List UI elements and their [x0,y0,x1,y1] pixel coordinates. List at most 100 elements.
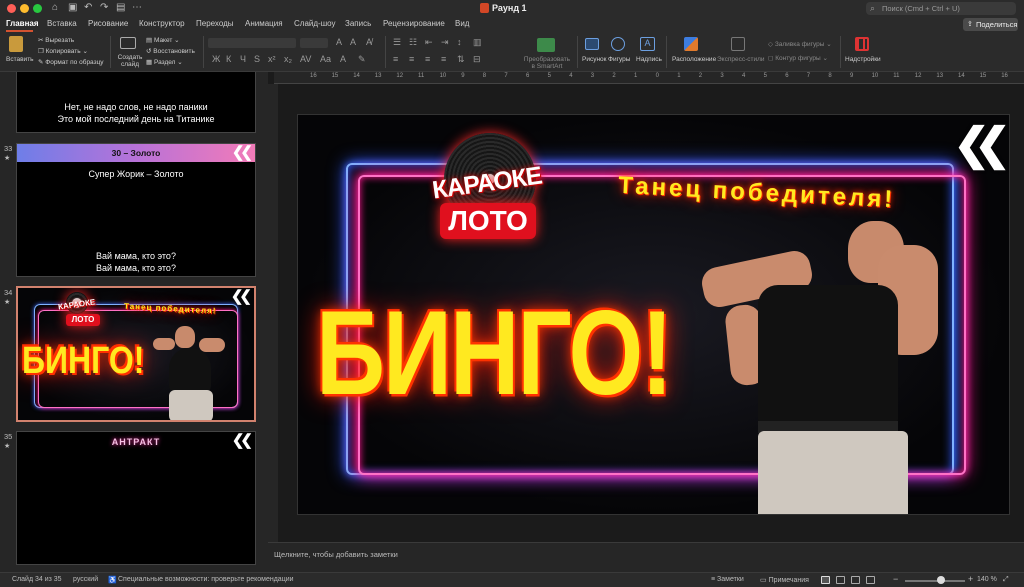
bullets-icon[interactable]: ☰ [393,37,401,48]
close-window-button[interactable] [7,4,16,13]
bold-icon[interactable]: Ж [212,54,220,64]
textbox-button[interactable]: Надпись [636,56,662,63]
slide-thumbnail-33[interactable]: 30 – Золото ❮❮ Супер Жорик – Золото Вай … [16,143,256,277]
maximize-window-button[interactable] [33,4,42,13]
subscript-icon[interactable]: x₂ [284,54,292,64]
picture-button[interactable]: Рисунок [582,56,607,63]
textbox-icon[interactable]: A [640,37,655,51]
indent-decrease-icon[interactable]: ⇤ [425,37,433,48]
clear-format-icon[interactable]: A̸ [366,37,372,47]
copy-button[interactable]: ❐ Копировать ⌄ [38,47,88,55]
zoom-slider-knob[interactable] [937,576,945,584]
slide-thumbnail-35[interactable]: АНТРАКТ ❮❮ [16,431,256,565]
italic-icon[interactable]: К [226,54,231,64]
shrink-font-icon[interactable]: A [350,37,356,47]
shapes-icon[interactable] [611,37,625,51]
minimize-window-button[interactable] [20,4,29,13]
search-input[interactable]: ⌕ Поиск (Cmd + Ctrl + U) [866,2,1016,15]
comments-toggle[interactable]: ▭ Примечания [760,576,809,584]
ruler-mark: 13 [936,73,944,79]
slide-sorter-view-icon[interactable] [836,576,845,584]
tab-design[interactable]: Конструктор [139,19,185,28]
line-spacing-icon[interactable]: ↕ [457,37,462,47]
arrange-icon[interactable] [684,37,698,51]
smartart-icon[interactable] [537,38,555,52]
redo-icon[interactable]: ↷ [100,2,108,13]
zoom-level[interactable]: 140 % [977,576,997,583]
tab-transitions[interactable]: Переходы [196,19,234,28]
tab-review[interactable]: Рецензирование [383,19,445,28]
bingo-text[interactable]: БИНГО! [316,285,673,423]
reset-button[interactable]: ↺ Восстановить [146,47,195,55]
share-button[interactable]: ⇪ Поделиться [963,18,1018,31]
zoom-in-icon[interactable]: + [968,574,973,584]
slideshow-view-icon[interactable] [866,576,875,584]
cut-button[interactable]: ✂ Вырезать [38,36,74,44]
new-doc-icon[interactable]: ▤ [116,2,125,13]
paste-icon[interactable] [9,36,23,52]
tab-record[interactable]: Запись [345,19,371,28]
shape-outline-button[interactable]: ◻ Контур фигуры ⌄ [768,54,828,62]
tab-draw[interactable]: Рисование [88,19,128,28]
zoom-slider-track[interactable] [905,580,965,582]
tab-view[interactable]: Вид [455,19,469,28]
grow-font-icon[interactable]: A [336,37,342,47]
slide-thumbnail-34[interactable]: КАРАОКЕ ЛОТО Танец победителя! БИНГО! ❮❮ [16,286,256,422]
tab-home[interactable]: Главная [6,19,39,28]
quick-styles-button[interactable]: Экспресс-стили [717,56,765,63]
tab-insert[interactable]: Вставка [47,19,77,28]
more-icon[interactable]: ⋯ [132,2,142,13]
section-button[interactable]: ▦ Раздел ⌄ [146,58,183,66]
align-left-icon[interactable]: ≡ [393,54,398,64]
format-painter-button[interactable]: ✎ Формат по образцу [38,58,104,66]
new-slide-button[interactable]: Создать слайд [117,54,143,68]
columns-icon[interactable]: ▥ [473,37,482,48]
new-slide-icon[interactable] [120,37,136,49]
superscript-icon[interactable]: x² [268,54,276,64]
indent-increase-icon[interactable]: ⇥ [441,37,449,48]
accessibility-status[interactable]: Специальные возможности: проверьте реком… [118,576,294,583]
fit-slide-icon[interactable]: ⤢ [1003,576,1009,584]
chevron-left-icon[interactable]: ❮❮ [953,123,1009,167]
addins-icon[interactable] [855,37,869,51]
font-size-select[interactable] [300,38,328,48]
language-indicator[interactable]: русский [73,576,98,583]
tab-animations[interactable]: Анимация [245,19,283,28]
save-icon[interactable]: ▣ [68,2,77,13]
notes-toggle[interactable]: ≡ Заметки [711,576,744,583]
spacing-icon[interactable]: AV [300,54,311,64]
convert-smartart-button[interactable]: Преобразовать в SmartArt [522,56,572,70]
arrange-button[interactable]: Расположение [672,56,716,63]
align-text-icon[interactable]: ⊟ [473,54,481,65]
zoom-out-icon[interactable]: − [893,574,898,584]
justify-icon[interactable]: ≡ [441,54,446,64]
layout-button[interactable]: ▤ Макет ⌄ [146,36,180,44]
undo-icon[interactable]: ↶ [84,2,92,13]
text-direction-icon[interactable]: ⇅ [457,54,465,65]
align-right-icon[interactable]: ≡ [425,54,430,64]
underline-icon[interactable]: Ч [240,54,246,64]
numbering-icon[interactable]: ☷ [409,37,417,48]
main-slide-canvas[interactable]: ❮❮ КАРАОКЕ ЛОТО Танец победителя! БИНГО! [297,114,1010,515]
strikethrough-icon[interactable]: S [254,54,260,64]
change-case-icon[interactable]: Aa [320,54,331,64]
reading-view-icon[interactable] [851,576,860,584]
font-family-select[interactable] [208,38,296,48]
dancer-image[interactable] [698,215,958,514]
accessibility-icon[interactable]: ♿ [108,576,117,584]
highlight-icon[interactable]: ✎ [358,54,366,65]
picture-icon[interactable] [585,38,599,50]
divider [110,36,111,68]
align-center-icon[interactable]: ≡ [409,54,414,64]
quick-styles-icon[interactable] [731,37,745,51]
home-icon[interactable]: ⌂ [52,2,58,13]
shape-fill-button[interactable]: ◇ Заливка фигуры ⌄ [768,40,832,48]
tab-slideshow[interactable]: Слайд-шоу [294,19,335,28]
font-color-icon[interactable]: A [340,54,346,64]
paste-button[interactable]: Вставить [6,56,34,63]
addins-button[interactable]: Надстройки [845,56,881,63]
slide-thumbnail-32[interactable]: Нет, не надо слов, не надо паники Это мо… [16,72,256,133]
normal-view-icon[interactable] [821,576,830,584]
notes-pane[interactable]: Щелкните, чтобы добавить заметки [268,542,1024,572]
shapes-button[interactable]: Фигуры [608,56,630,63]
